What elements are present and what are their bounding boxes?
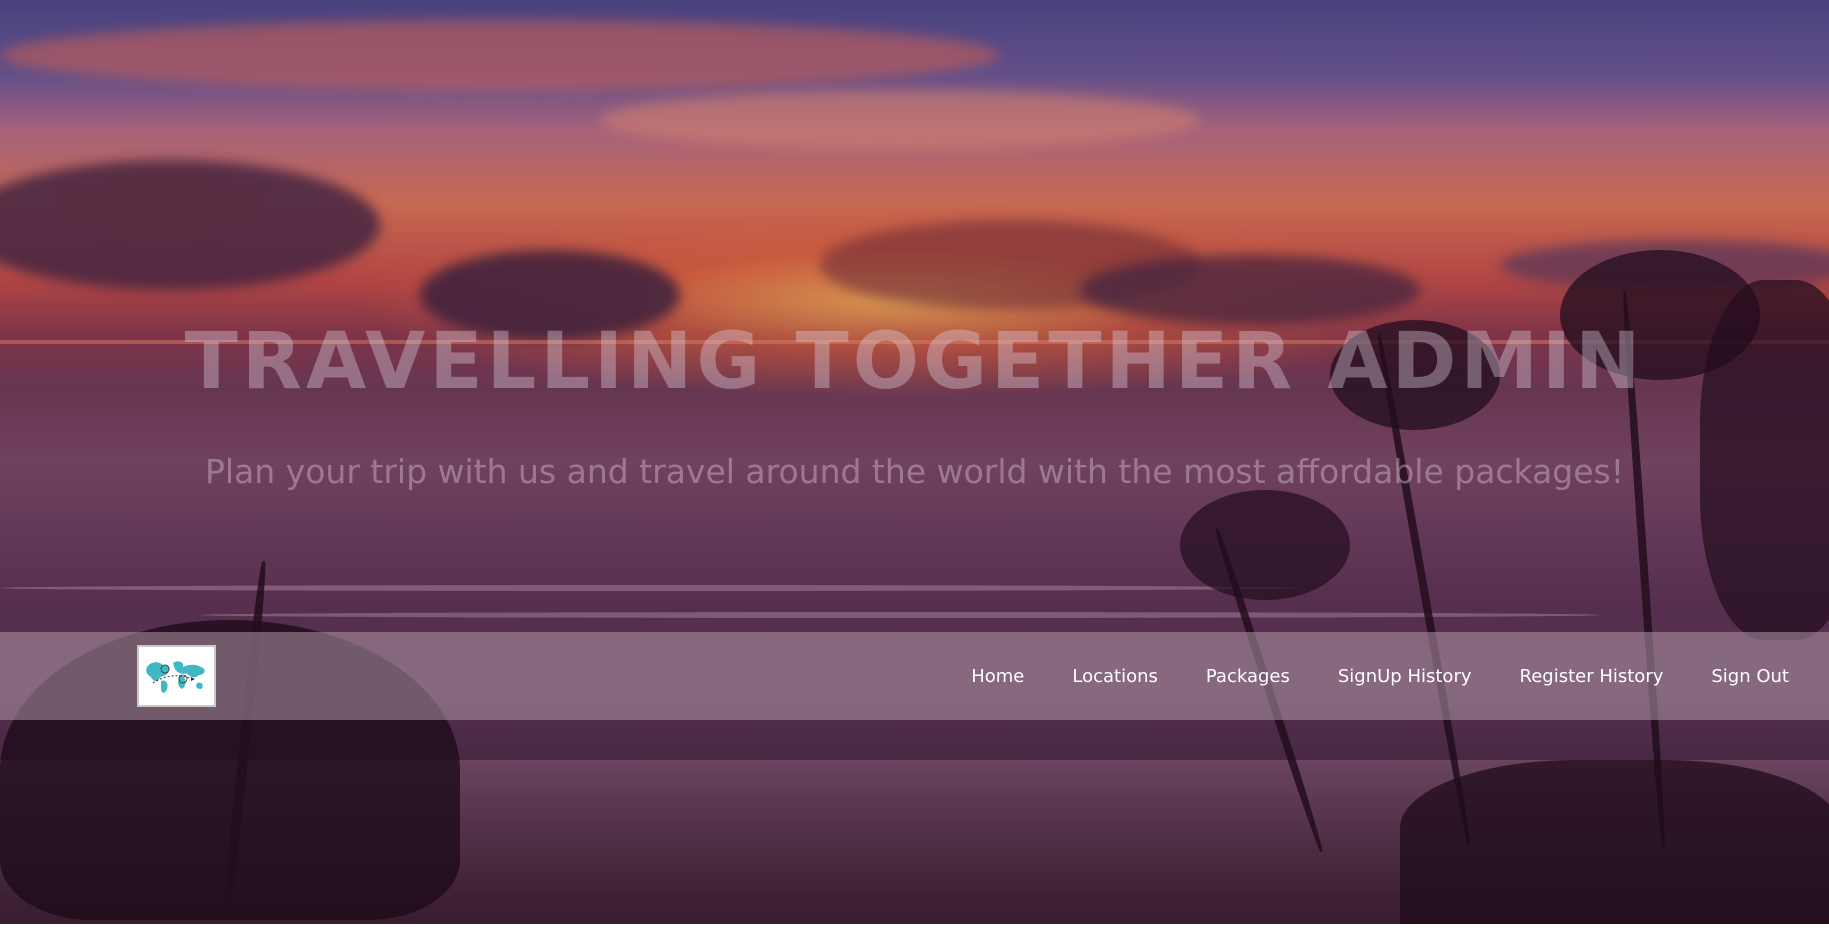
nav-signup-history[interactable]: SignUp History	[1338, 666, 1472, 687]
nav-sign-out[interactable]: Sign Out	[1711, 666, 1789, 687]
nav-register-history[interactable]: Register History	[1520, 666, 1664, 687]
hero-title: TRAVELLING TOGETHER ADMIN	[184, 317, 1645, 407]
world-map-logo-icon	[141, 649, 212, 703]
site-logo[interactable]	[137, 645, 216, 707]
hero-subtitle: Plan your trip with us and travel around…	[205, 452, 1624, 491]
navbar: Home Locations Packages SignUp History R…	[0, 632, 1829, 720]
nav-locations[interactable]: Locations	[1072, 666, 1158, 687]
nav-home[interactable]: Home	[971, 666, 1024, 687]
nav-packages[interactable]: Packages	[1206, 666, 1290, 687]
nav-links: Home Locations Packages SignUp History R…	[971, 666, 1789, 687]
